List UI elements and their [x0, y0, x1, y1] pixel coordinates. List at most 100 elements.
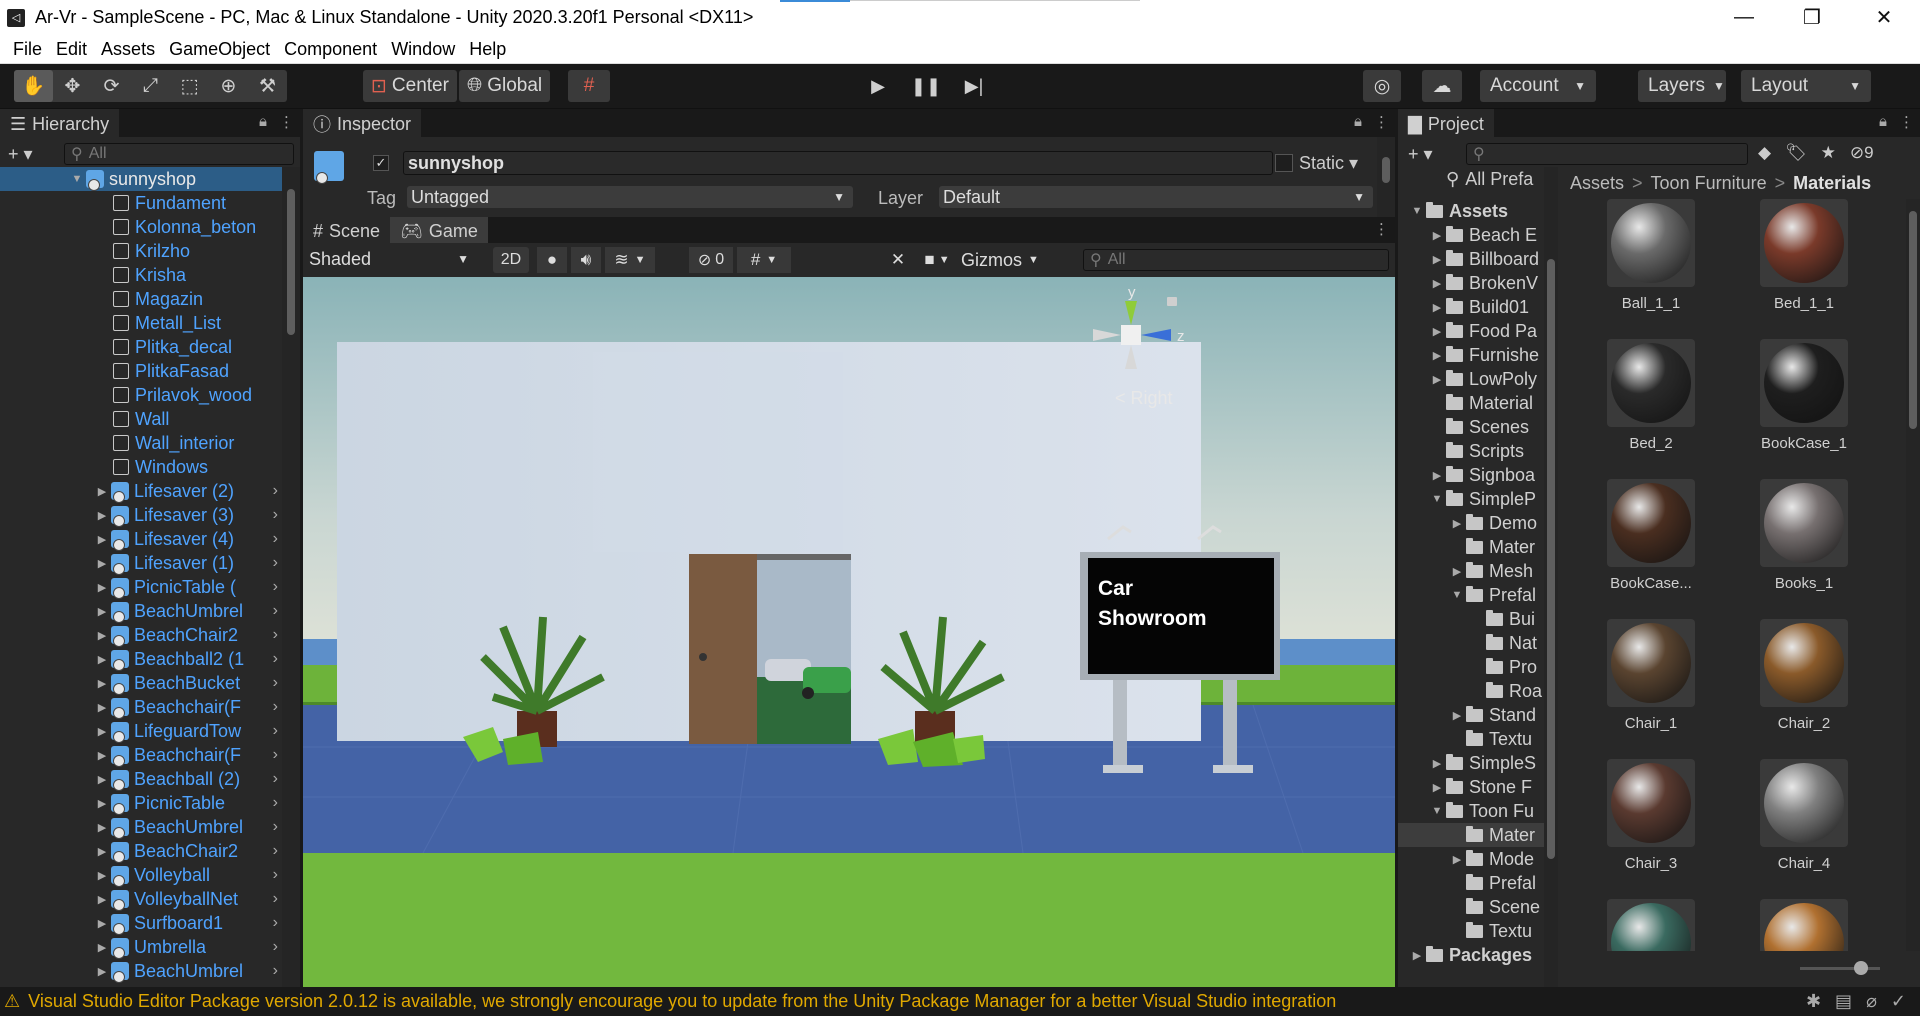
collab-icon[interactable]: ◎	[1363, 70, 1401, 102]
expand-arrow-icon[interactable]: ▶	[95, 629, 109, 642]
menu-window[interactable]: Window	[384, 39, 462, 60]
hierarchy-item[interactable]: ▶ PicnicTable ›	[0, 791, 282, 815]
object-name-field[interactable]: sunnyshop	[403, 151, 1273, 175]
open-prefab-icon[interactable]: ›	[273, 626, 278, 644]
asset-grid-scrollbar[interactable]	[1906, 199, 1920, 951]
hierarchy-item[interactable]: ▶ PicnicTable (›	[0, 575, 282, 599]
project-folder-item[interactable]: Material	[1398, 391, 1558, 415]
expand-arrow-icon[interactable]: ▶	[1430, 373, 1444, 386]
move-tool-icon[interactable]: ✥	[53, 70, 92, 102]
project-folder-item[interactable]: Scripts	[1398, 439, 1558, 463]
search-by-label-icon[interactable]: 🏷︎	[1785, 143, 1807, 163]
space-global-toggle[interactable]: 🌐︎ Global	[459, 70, 551, 102]
open-prefab-icon[interactable]: ›	[273, 506, 278, 524]
open-prefab-icon[interactable]: ›	[273, 842, 278, 860]
cloud-icon[interactable]: ☁	[1422, 70, 1462, 102]
hierarchy-item[interactable]: Fundament	[0, 191, 282, 215]
account-dropdown[interactable]: Account ▼	[1480, 70, 1596, 102]
expand-arrow-icon[interactable]: ▶	[95, 749, 109, 762]
menu-component[interactable]: Component	[277, 39, 384, 60]
hierarchy-item[interactable]: Prilavok_wood	[0, 383, 282, 407]
project-folder-item[interactable]: ▶ Demo	[1398, 511, 1558, 535]
layer-dropdown[interactable]: Default ▼	[939, 186, 1373, 208]
hierarchy-item[interactable]: ▶ Umbrella ›	[0, 935, 282, 959]
open-prefab-icon[interactable]: ›	[273, 914, 278, 932]
expand-arrow-icon[interactable]: ▶	[95, 797, 109, 810]
expand-arrow-icon[interactable]: ▼	[70, 173, 84, 185]
project-folder-item[interactable]: ▼ Assets	[1398, 199, 1558, 223]
project-folder-item[interactable]: Nat	[1398, 631, 1558, 655]
hierarchy-scrollbar[interactable]	[282, 167, 300, 987]
lock-icon[interactable]: 🔒︎	[259, 113, 267, 131]
project-folder-item[interactable]: ▶ Stone F	[1398, 775, 1558, 799]
custom-tools-icon[interactable]: ⚒	[248, 70, 287, 102]
project-folder-item[interactable]: ▶ Mesh	[1398, 559, 1558, 583]
auto-generate-icon[interactable]: ⌀	[1866, 991, 1877, 1012]
expand-arrow-icon[interactable]: ▶	[1430, 325, 1444, 338]
project-tree-scrollbar[interactable]	[1544, 167, 1558, 987]
expand-arrow-icon[interactable]: ▶	[1450, 517, 1464, 530]
material-asset[interactable]: Bed_2	[1581, 339, 1721, 452]
material-asset[interactable]: Bed_1_1	[1734, 199, 1874, 312]
expand-arrow-icon[interactable]: ▼	[1450, 589, 1464, 601]
open-prefab-icon[interactable]: ›	[273, 818, 278, 836]
material-asset[interactable]: Chair_3	[1581, 759, 1721, 872]
scene-visibility-toggle[interactable]: ⊘ 0	[689, 247, 733, 273]
project-folder-item[interactable]: ▶ BrokenV	[1398, 271, 1558, 295]
hierarchy-item[interactable]: ▶ Beachchair(F ›	[0, 695, 282, 719]
expand-arrow-icon[interactable]: ▶	[95, 509, 109, 522]
search-by-type-icon[interactable]: ◆	[1758, 143, 1771, 163]
breadcrumb-toon-furniture[interactable]: Toon Furniture	[1651, 173, 1767, 194]
asset-grid-scroll-thumb[interactable]	[1909, 211, 1917, 429]
hierarchy-root-item[interactable]: ▼ sunnyshop	[0, 167, 282, 191]
lock-icon[interactable]: 🔒︎	[1354, 113, 1362, 131]
project-folder-item[interactable]: ▶ Beach E	[1398, 223, 1558, 247]
inspector-scrollbar[interactable]	[1377, 137, 1395, 220]
open-prefab-icon[interactable]: ›	[273, 890, 278, 908]
breadcrumb-materials[interactable]: Materials	[1793, 173, 1871, 194]
project-folder-item[interactable]: Scene	[1398, 895, 1558, 919]
tab-project[interactable]: ▇ Project	[1398, 109, 1494, 137]
close-window-button[interactable]: ✕	[1850, 0, 1918, 35]
expand-arrow-icon[interactable]: ▶	[1430, 757, 1444, 770]
open-prefab-icon[interactable]: ›	[273, 554, 278, 572]
menu-gameobject[interactable]: GameObject	[162, 39, 277, 60]
project-tree-scroll-thumb[interactable]	[1547, 259, 1555, 859]
menu-assets[interactable]: Assets	[94, 39, 162, 60]
material-asset[interactable]: Chair_1	[1581, 619, 1721, 732]
expand-arrow-icon[interactable]: ▶	[1430, 301, 1444, 314]
hierarchy-item[interactable]: ▶ Surfboard1 ›	[0, 911, 282, 935]
expand-arrow-icon[interactable]: ▶	[95, 845, 109, 858]
more-options-icon[interactable]: ⋮	[1374, 220, 1389, 238]
hierarchy-item[interactable]: ▶ Lifesaver (4) ›	[0, 527, 282, 551]
tab-game[interactable]: 🎮︎ Game	[390, 217, 488, 243]
favorite-star-icon[interactable]: ★	[1821, 143, 1836, 163]
project-folder-item[interactable]: ▶ Food Pa	[1398, 319, 1558, 343]
project-folder-item[interactable]: ▼ SimpleP	[1398, 487, 1558, 511]
play-button[interactable]: ▶	[855, 70, 901, 102]
hierarchy-item[interactable]: ▶ Beachball (2) ›	[0, 767, 282, 791]
project-folder-item[interactable]: Textu	[1398, 727, 1558, 751]
material-asset[interactable]: Chair_2	[1734, 619, 1874, 732]
status-bar[interactable]: ⚠ Visual Studio Editor Package version 2…	[0, 987, 1920, 1016]
static-dropdown[interactable]: Static ▾	[1299, 153, 1358, 174]
expand-arrow-icon[interactable]: ▶	[1430, 253, 1444, 266]
tag-dropdown[interactable]: Untagged ▼	[407, 186, 853, 208]
material-asset[interactable]	[1581, 899, 1721, 951]
effects-dropdown[interactable]: ≋ ▼	[605, 247, 655, 273]
menu-edit[interactable]: Edit	[49, 39, 94, 60]
menu-help[interactable]: Help	[462, 39, 513, 60]
hierarchy-item[interactable]: Krilzho	[0, 239, 282, 263]
open-prefab-icon[interactable]: ›	[273, 962, 278, 980]
hierarchy-item[interactable]: ▶ LifeguardTow ›	[0, 719, 282, 743]
breadcrumb-assets[interactable]: Assets	[1570, 173, 1624, 194]
expand-arrow-icon[interactable]: ▶	[95, 581, 109, 594]
expand-arrow-icon[interactable]: ▼	[1430, 805, 1444, 817]
open-prefab-icon[interactable]: ›	[273, 938, 278, 956]
hierarchy-item[interactable]: Krisha	[0, 263, 282, 287]
icon-size-slider[interactable]	[1800, 967, 1880, 970]
project-folder-item[interactable]: ▶ Packages	[1398, 943, 1558, 967]
lighting-toggle-icon[interactable]: ●	[537, 247, 567, 273]
expand-arrow-icon[interactable]: ▶	[95, 869, 109, 882]
audio-toggle-icon[interactable]: 🔊︎	[571, 247, 601, 273]
